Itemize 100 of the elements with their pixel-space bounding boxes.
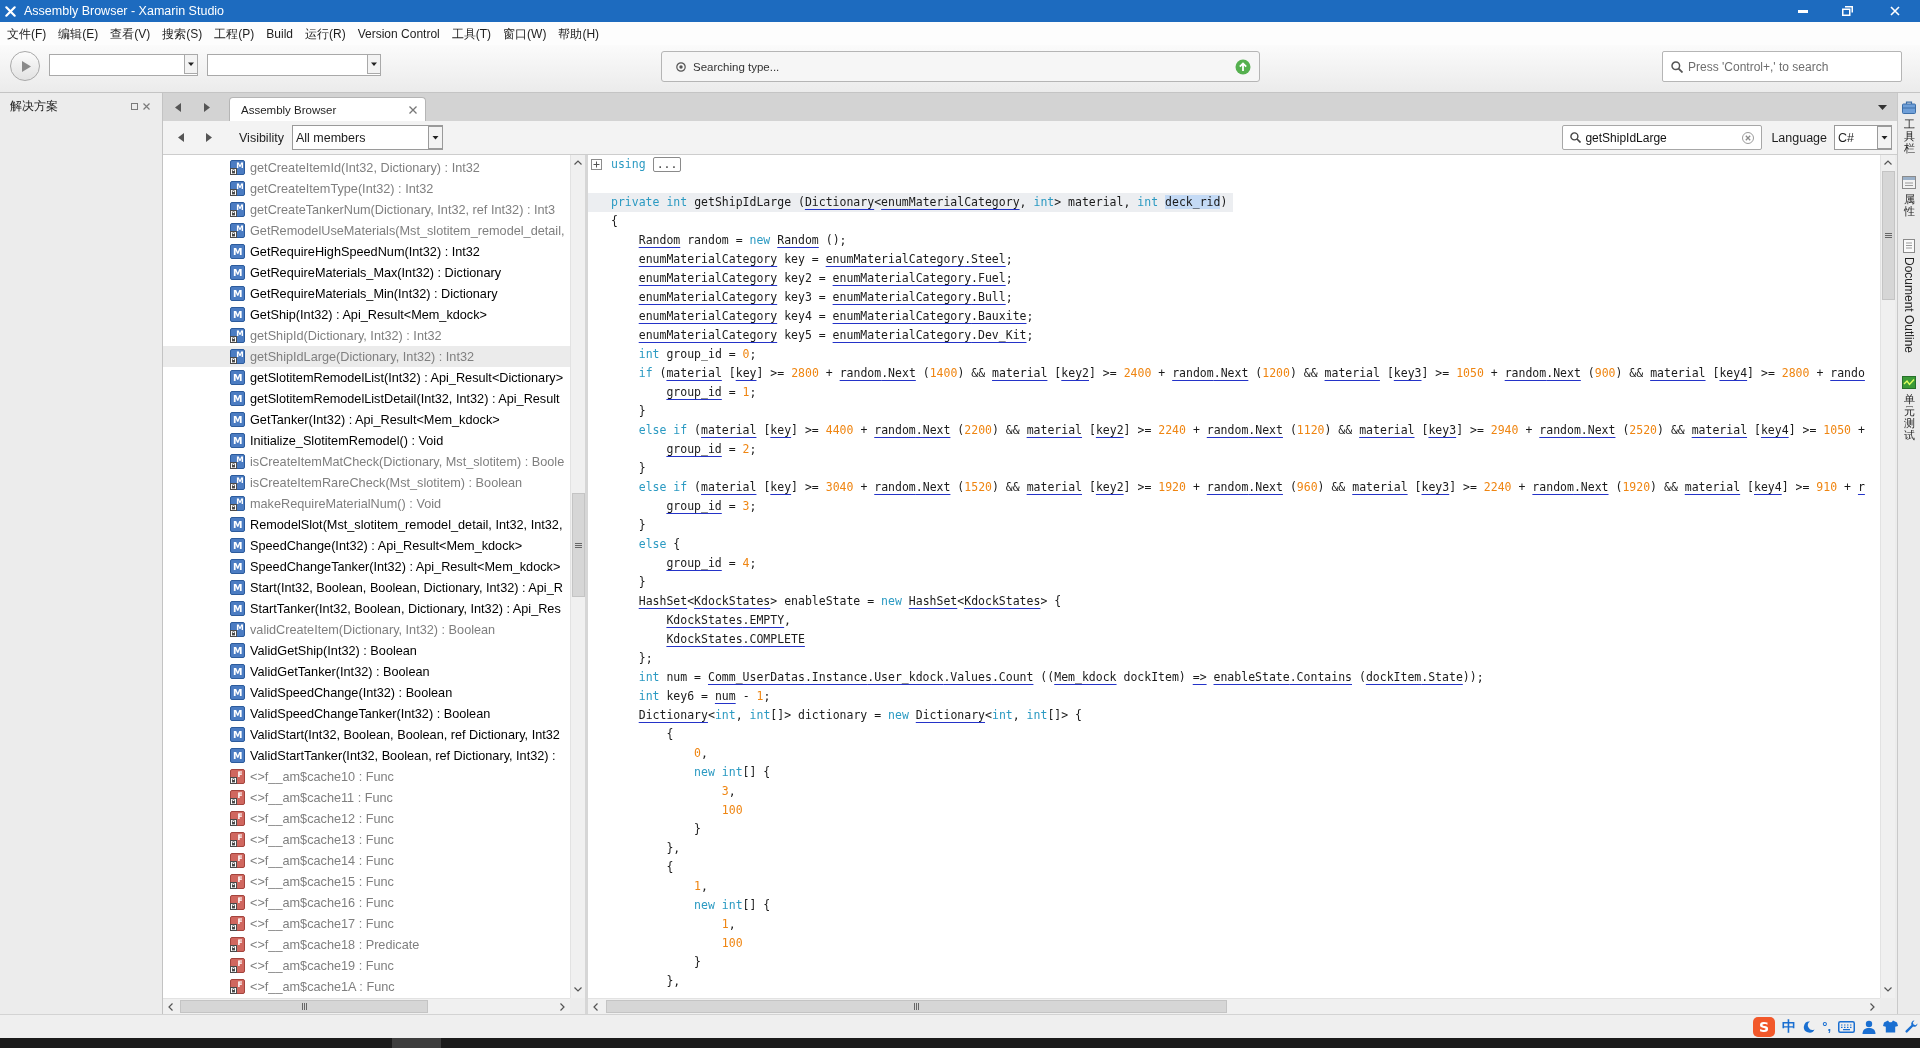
member-item[interactable]: M GetRequireMaterials_Min(Int32) : Dictionary [163, 283, 570, 304]
member-item[interactable]: M RemodelSlot(Mst_slotitem_remodel_detail, Int32, Int32, [163, 514, 570, 535]
scroll-down-icon[interactable] [574, 987, 582, 992]
caret-down-icon [427, 126, 443, 149]
scrollbar-thumb[interactable] [606, 1000, 1227, 1013]
menu-item[interactable]: 编辑(E) [52, 24, 105, 43]
member-item[interactable]: M ValidSpeedChangeTanker(Int32) : Boolean [163, 703, 570, 724]
menu-item[interactable]: 文件(F) [1, 24, 53, 43]
search-field[interactable]: getShipIdLarge [1562, 125, 1763, 150]
code-line: 100 [721, 802, 743, 819]
method-icon: M [230, 559, 245, 574]
menu-item[interactable]: 工具(T) [445, 24, 498, 43]
code-line: enumMaterialCategory key = enumMaterialCategory.Steel; [638, 251, 1013, 268]
punctuation-button[interactable]: °, [1822, 1019, 1831, 1034]
dropdown[interactable] [207, 54, 381, 76]
member-item[interactable]: M ValidStartTanker(Int32, Boolean, ref Dictionary, Int32) : [163, 745, 570, 766]
right-arrow-icon[interactable] [204, 102, 210, 112]
restore-icon[interactable] [131, 103, 138, 110]
code-line: KdockStates.EMPTY, [666, 612, 792, 629]
window-icon [1902, 176, 1916, 190]
back-arrow-icon[interactable] [178, 133, 184, 142]
member-item[interactable]: M SpeedChange(Int32) : Api_Result<Mem_kdock> [163, 535, 570, 556]
method-icon: M [230, 538, 245, 553]
code-line: if (material [key] >= 2800 + random.Next (1400) && material [key2] >= 2400 + random.Next (1200) && material [key3] >= 1050 + random.Next (900) && material [key4] >= 2800 + rando [638, 365, 1865, 382]
code-line: group_id = 1; [666, 384, 757, 401]
visibility-dropdown[interactable]: All members [291, 125, 443, 150]
minimize-icon [1798, 9, 1808, 13]
side-tab[interactable]: 属性 [1902, 176, 1916, 218]
shirt-icon[interactable] [1883, 1020, 1898, 1033]
method-icon: M [230, 307, 245, 322]
person-icon[interactable] [1862, 1019, 1876, 1034]
member-item[interactable]: M Initialize_SlotitemRemodel() : Void [163, 430, 570, 451]
scroll-right-icon[interactable] [1870, 1002, 1875, 1011]
scrollbar-thumb[interactable] [1881, 171, 1895, 300]
member-item[interactable]: M GetShip(Int32) : Api_Result<Mem_kdock> [163, 304, 570, 325]
member-item[interactable]: M getSlotitemRemodelList(Int32) : Api_Result<Dictionary> [163, 367, 570, 388]
language-dropdown[interactable]: C# [1834, 125, 1892, 150]
member-item[interactable]: M ValidGetTanker(Int32) : Boolean [163, 661, 570, 682]
member-item[interactable]: M GetRequireMaterials_Max(Int32) : Dictionary [163, 262, 570, 283]
caret-down-icon[interactable] [1878, 104, 1887, 110]
toolbox-icon [1902, 101, 1916, 114]
collapsed-code-button[interactable]: ... [652, 157, 682, 172]
forward-arrow-icon[interactable] [206, 133, 212, 142]
side-tab[interactable]: 工具栏 [1902, 101, 1916, 155]
menu-item[interactable]: 帮助(H) [552, 24, 606, 43]
code-line: }, [666, 840, 681, 857]
search-field[interactable]: Press 'Control+,' to search [1662, 51, 1902, 82]
menu-item[interactable]: 窗口(W) [497, 24, 553, 43]
up-arrow-icon[interactable] [1235, 58, 1251, 75]
scroll-left-icon[interactable] [168, 1002, 173, 1011]
moon-icon[interactable] [1803, 1020, 1816, 1033]
tab[interactable]: Assembly Browser [229, 97, 426, 121]
method-icon: M [230, 706, 245, 721]
keyboard-icon[interactable] [1838, 1020, 1855, 1033]
close-icon[interactable] [409, 105, 417, 114]
scroll-left-icon[interactable] [593, 1002, 598, 1011]
member-item[interactable]: M GetRequireHighSpeedNum(Int32) : Int32 [163, 241, 570, 262]
code-line: } [694, 821, 702, 838]
scroll-up-icon[interactable] [1884, 160, 1892, 165]
input-mode-button[interactable]: 中 [1782, 1017, 1797, 1036]
code-line: enumMaterialCategory key5 = enumMaterialCategory.Dev_Kit; [638, 327, 1034, 344]
method-icon: M [230, 244, 245, 259]
member-item[interactable]: M Start(Int32, Boolean, Boolean, Dictionary, Int32) : Api_R [163, 577, 570, 598]
close-icon[interactable] [143, 103, 150, 110]
member-item[interactable]: M getSlotitemRemodelListDetail(Int32, Int32) : Api_Result [163, 388, 570, 409]
grip-icon [301, 1003, 307, 1010]
scroll-right-icon[interactable] [560, 1002, 565, 1011]
scrollbar-thumb[interactable] [180, 1000, 428, 1013]
menu-item[interactable]: 查看(V) [104, 24, 157, 43]
run-button[interactable] [10, 51, 40, 81]
member-item[interactable]: M ValidGetShip(Int32) : Boolean [163, 640, 570, 661]
member-item[interactable]: M StartTanker(Int32, Boolean, Dictionary, Int32) : Api_Res [163, 598, 570, 619]
left-arrow-icon[interactable] [175, 102, 181, 112]
menu-item[interactable]: 搜索(S) [156, 24, 209, 43]
menu-item[interactable]: Version Control [351, 24, 446, 43]
method-icon: M [230, 412, 245, 427]
code-line: int group_id = 0; [638, 346, 757, 363]
clear-icon[interactable] [1742, 131, 1755, 144]
scrollbar-thumb[interactable] [571, 493, 585, 597]
code-line: using [611, 156, 646, 173]
menu-item[interactable]: 工程(P) [208, 24, 261, 43]
code-line: } [638, 574, 646, 591]
member-item[interactable]: M ValidStart(Int32, Boolean, Boolean, ref Dictionary, Int32 [163, 724, 570, 745]
code-line: { [666, 726, 674, 743]
code-line: Random random = new Random (); [638, 232, 847, 249]
member-item[interactable]: M ValidSpeedChange(Int32) : Boolean [163, 682, 570, 703]
menu-item[interactable]: Build [260, 24, 299, 43]
wrench-icon[interactable] [1905, 1020, 1918, 1033]
code-line: new int[] { [694, 897, 771, 914]
side-tab[interactable]: 单元测试 [1902, 375, 1916, 441]
scroll-down-icon[interactable] [1884, 987, 1892, 992]
expand-icon[interactable] [591, 159, 602, 170]
scroll-up-icon[interactable] [574, 160, 582, 165]
method-icon: M [230, 727, 245, 742]
side-tab[interactable]: Document Outline [1902, 239, 1916, 354]
menu-item[interactable]: 运行(R) [299, 24, 352, 43]
document-icon [1903, 239, 1915, 254]
member-item[interactable]: M GetTanker(Int32) : Api_Result<Mem_kdock> [163, 409, 570, 430]
dropdown[interactable] [49, 54, 198, 76]
member-item[interactable]: M SpeedChangeTanker(Int32) : Api_Result<Mem_kdock> [163, 556, 570, 577]
